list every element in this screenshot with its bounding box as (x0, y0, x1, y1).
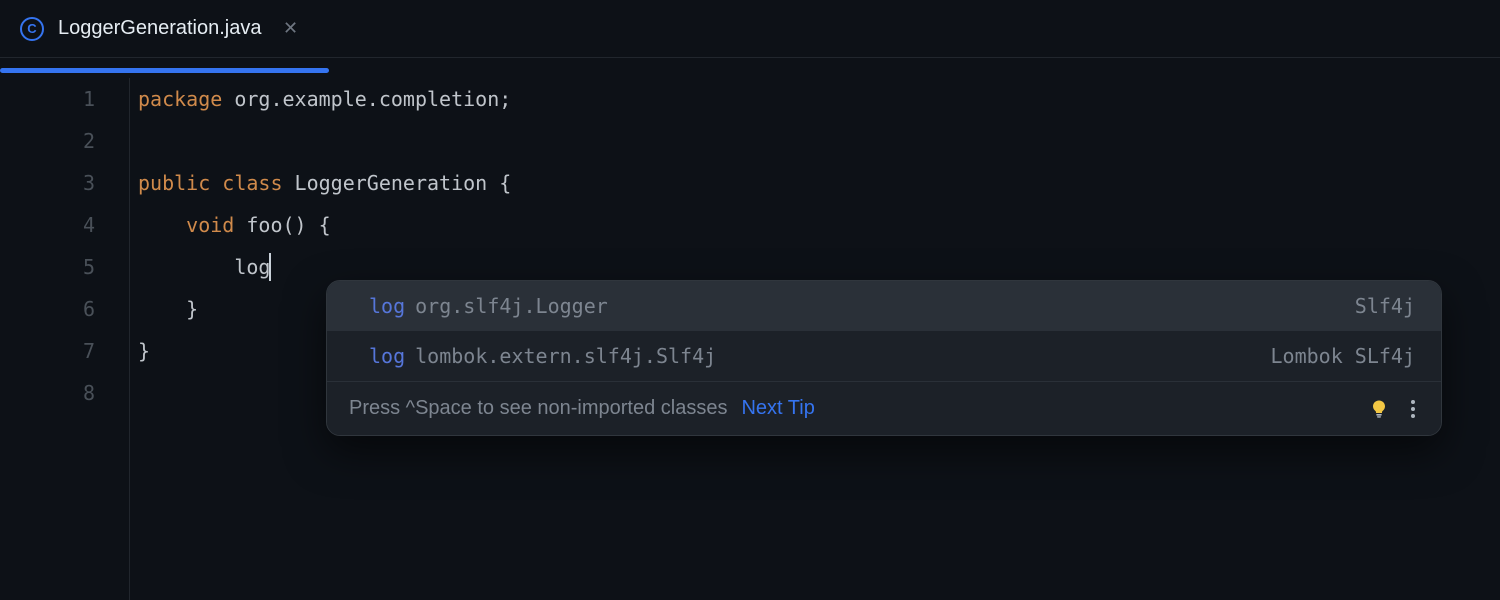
completion-hint: Press ^Space to see non-imported classes (349, 397, 727, 420)
completion-item-key: log (369, 331, 405, 381)
completion-item-tail: Slf4j (1355, 281, 1415, 331)
line-number: 8 (0, 372, 95, 414)
class-file-icon: C (20, 17, 44, 41)
line-number-gutter: 1 2 3 4 5 6 7 8 (0, 78, 130, 600)
next-tip-link[interactable]: Next Tip (741, 397, 814, 420)
tab-filename: LoggerGeneration.java (58, 17, 261, 40)
completion-item[interactable]: log lombok.extern.slf4j.Slf4j Lombok SLf… (327, 331, 1441, 381)
tab-file-active[interactable]: C LoggerGeneration.java ✕ (0, 0, 321, 57)
completion-item-key: log (369, 281, 405, 331)
tab-bar: C LoggerGeneration.java ✕ (0, 0, 1500, 58)
code-area[interactable]: package org.example.completion; public c… (130, 78, 1500, 600)
completion-item-desc: lombok.extern.slf4j.Slf4j (415, 331, 716, 381)
code-line: package org.example.completion; (138, 78, 1500, 120)
close-tab-icon[interactable]: ✕ (281, 20, 299, 38)
lightbulb-icon[interactable] (1369, 399, 1389, 419)
line-number: 1 (0, 78, 95, 120)
line-number: 5 (0, 246, 95, 288)
line-number: 3 (0, 162, 95, 204)
code-line: public class LoggerGeneration { (138, 162, 1500, 204)
code-line (138, 120, 1500, 162)
code-editor[interactable]: 1 2 3 4 5 6 7 8 package org.example.comp… (0, 58, 1500, 600)
more-options-icon[interactable] (1403, 397, 1423, 421)
text-caret (269, 253, 271, 281)
completion-popup: log org.slf4j.Logger Slf4j log lombok.ex… (326, 280, 1442, 436)
completion-item-desc: org.slf4j.Logger (415, 281, 608, 331)
line-number: 6 (0, 288, 95, 330)
line-number: 4 (0, 204, 95, 246)
line-number: 7 (0, 330, 95, 372)
completion-footer: Press ^Space to see non-imported classes… (327, 381, 1441, 435)
completion-item[interactable]: log org.slf4j.Logger Slf4j (327, 281, 1441, 331)
line-number: 2 (0, 120, 95, 162)
completion-item-tail: Lombok SLf4j (1271, 331, 1416, 381)
code-line: void foo() { (138, 204, 1500, 246)
